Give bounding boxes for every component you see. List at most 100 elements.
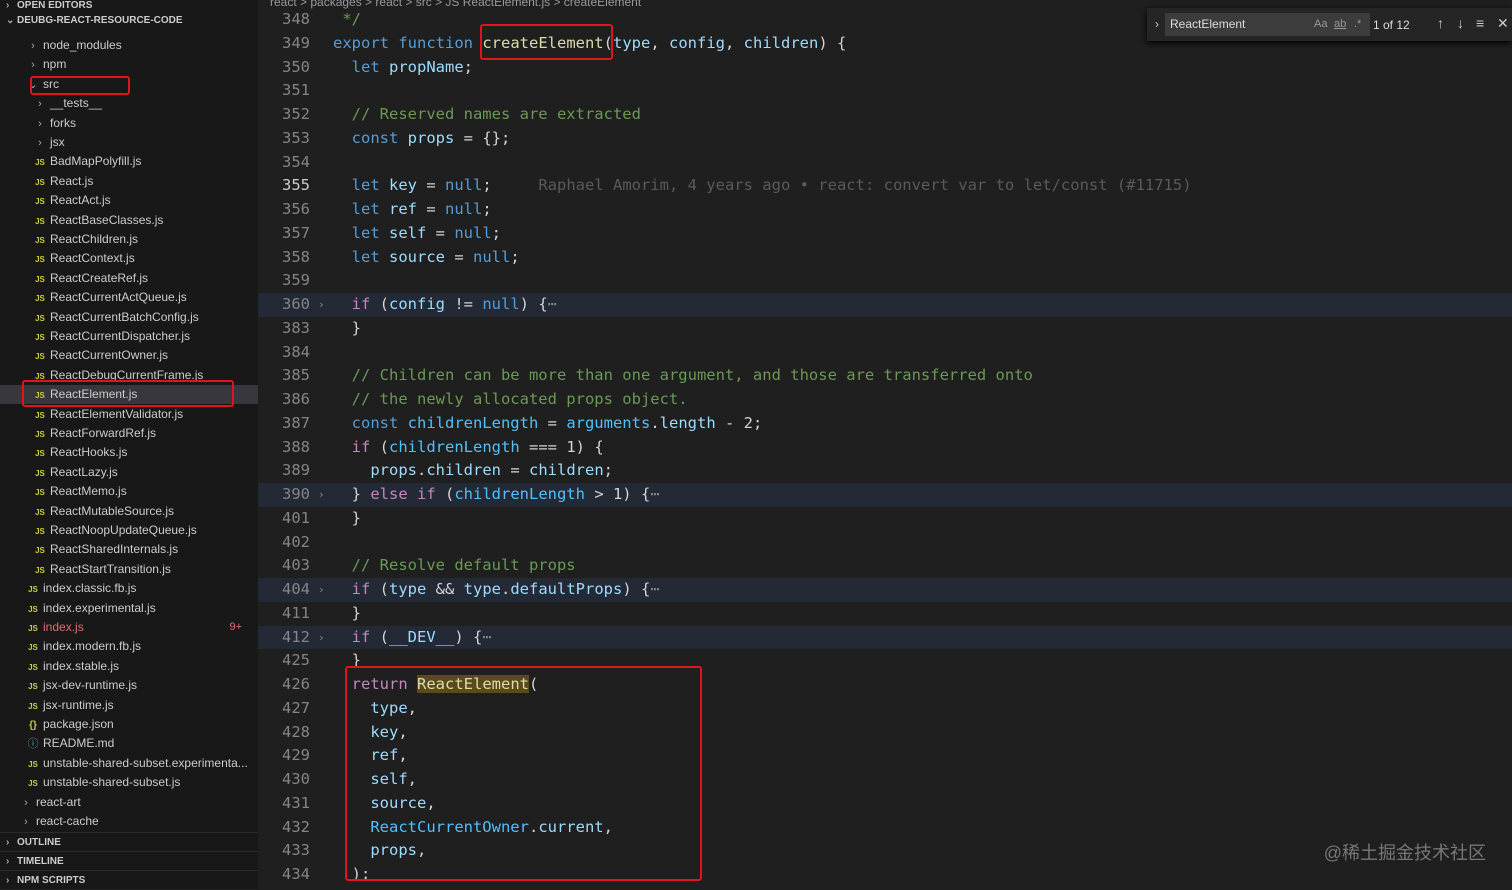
code-line[interactable]: 387 const childrenLength = arguments.len…	[258, 412, 1512, 436]
tree-item[interactable]: JS jsx-runtime.js	[0, 696, 258, 715]
fold-chevron-icon[interactable]: ›	[318, 626, 325, 650]
code-line[interactable]: 432 ReactCurrentOwner.current,	[258, 816, 1512, 840]
code-line[interactable]: 352 // Reserved names are extracted	[258, 103, 1512, 127]
tree-item[interactable]: › npm	[0, 55, 258, 74]
code-line[interactable]: 411 }	[258, 602, 1512, 626]
find-in-selection-icon[interactable]: ≡	[1476, 15, 1484, 31]
tree-item[interactable]: JS ReactCreateRef.js	[0, 269, 258, 288]
code-line[interactable]: 385 // Children can be more than one arg…	[258, 364, 1512, 388]
code-line[interactable]: 429 ref,	[258, 744, 1512, 768]
section-label: OUTLINE	[17, 837, 61, 848]
code-token: (	[379, 580, 390, 598]
tree-item[interactable]: › node_modules	[0, 36, 258, 55]
close-icon[interactable]: ✕	[1497, 15, 1509, 32]
tree-item[interactable]: JS ReactDebugCurrentFrame.js	[0, 366, 258, 385]
tree-item[interactable]: JS React.js	[0, 172, 258, 191]
toggle-replace-icon[interactable]: ›	[1155, 17, 1159, 31]
code-line[interactable]: 383 }	[258, 317, 1512, 341]
tree-item[interactable]: JS BadMapPolyfill.js	[0, 152, 258, 171]
section-timeline[interactable]: › TIMELINE	[0, 851, 258, 870]
code-line[interactable]: 350 let propName;	[258, 56, 1512, 80]
tree-item[interactable]: JS ReactContext.js	[0, 249, 258, 268]
tree-item[interactable]: JS ReactNoopUpdateQueue.js	[0, 521, 258, 540]
code-line[interactable]: 356 let ref = null;	[258, 198, 1512, 222]
tree-item[interactable]: JS index.experimental.js	[0, 599, 258, 618]
tree-item[interactable]: › react-art	[0, 793, 258, 812]
code-token: // the newly allocated props object.	[333, 390, 688, 408]
code-line[interactable]: 389 props.children = children;	[258, 459, 1512, 483]
code-line[interactable]: 412 › if (__DEV__) {⋯	[258, 625, 1512, 650]
code-line[interactable]: 355 let key = null; Raphael Amorim, 4 ye…	[258, 174, 1512, 198]
tree-item[interactable]: JS ReactCurrentActQueue.js	[0, 288, 258, 307]
js-file-icon: JS	[28, 585, 38, 595]
js-file-icon: JS	[35, 410, 45, 420]
tree-item[interactable]: JS ReactHooks.js	[0, 443, 258, 462]
tree-item[interactable]: › jsx	[0, 133, 258, 152]
tree-item[interactable]: › forks	[0, 114, 258, 133]
tree-item[interactable]: JS ReactBaseClasses.js	[0, 211, 258, 230]
whole-word-button[interactable]: ab	[1334, 18, 1346, 30]
code-line[interactable]: 354	[258, 151, 1512, 175]
code-line[interactable]: 388 if (childrenLength === 1) {	[258, 436, 1512, 460]
next-match-icon[interactable]: ↓	[1457, 15, 1464, 31]
tree-item[interactable]: JS index.stable.js	[0, 657, 258, 676]
code-line[interactable]: 434 );	[258, 863, 1512, 887]
tree-item[interactable]: JS ReactCurrentDispatcher.js	[0, 327, 258, 346]
tree-item[interactable]: JS index.modern.fb.js	[0, 637, 258, 656]
tree-item[interactable]: JS unstable-shared-subset.js	[0, 773, 258, 792]
code-text: } else if (childrenLength > 1) {⋯	[333, 483, 660, 507]
fold-chevron-icon[interactable]: ›	[318, 293, 325, 317]
code-line[interactable]: 431 source,	[258, 792, 1512, 816]
tree-item[interactable]: JS unstable-shared-subset.experimenta...	[0, 754, 258, 773]
code-line[interactable]: 425 }	[258, 649, 1512, 673]
code-line[interactable]: 402	[258, 531, 1512, 555]
tree-item[interactable]: JS ReactElement.js	[0, 385, 258, 405]
section-project[interactable]: ⌄ DEUBG-REACT-RESOURCE-CODE	[0, 11, 258, 30]
code-line[interactable]: 403 // Resolve default props	[258, 554, 1512, 578]
tree-item[interactable]: JS ReactCurrentOwner.js	[0, 346, 258, 365]
match-case-button[interactable]: Aa	[1314, 18, 1327, 30]
js-file-icon: JS	[35, 236, 45, 245]
tree-item[interactable]: JS ReactElementValidator.js	[0, 405, 258, 424]
code-line[interactable]: 359	[258, 269, 1512, 293]
code-line[interactable]: 360 › if (config != null) {⋯	[258, 293, 1512, 317]
tree-item[interactable]: JS index.js 9+	[0, 618, 258, 637]
tree-item[interactable]: JS ReactForwardRef.js	[0, 424, 258, 443]
fold-chevron-icon[interactable]: ›	[318, 483, 325, 507]
previous-match-icon[interactable]: ↑	[1437, 15, 1444, 31]
code-line[interactable]: 428 key,	[258, 721, 1512, 745]
tree-item[interactable]: {} package.json	[0, 715, 258, 734]
code-line[interactable]: 427 type,	[258, 697, 1512, 721]
code-line[interactable]: 430 self,	[258, 768, 1512, 792]
tree-item[interactable]: JS ReactMutableSource.js	[0, 502, 258, 521]
code-line[interactable]: 351	[258, 79, 1512, 103]
tree-item[interactable]: › react-cache	[0, 812, 258, 831]
code-line[interactable]: 358 let source = null;	[258, 246, 1512, 270]
code-line[interactable]: 390 › } else if (childrenLength > 1) {⋯	[258, 483, 1512, 507]
code-line[interactable]: 384	[258, 341, 1512, 365]
tree-item[interactable]: ⓘ README.md	[0, 734, 258, 753]
section-outline[interactable]: › OUTLINE	[0, 832, 258, 851]
code-line[interactable]: 401 }	[258, 507, 1512, 531]
tree-item[interactable]: JS index.classic.fb.js	[0, 579, 258, 598]
regex-button[interactable]: .*	[1354, 18, 1361, 30]
tree-item[interactable]: JS ReactCurrentBatchConfig.js	[0, 308, 258, 327]
tree-item[interactable]: JS ReactAct.js	[0, 191, 258, 210]
code-token: ,	[650, 33, 669, 52]
section-npm-scripts[interactable]: › NPM SCRIPTS	[0, 870, 258, 889]
tree-item[interactable]: ⌄ src	[0, 75, 258, 94]
tree-item[interactable]: JS ReactLazy.js	[0, 463, 258, 482]
code-line[interactable]: 386 // the newly allocated props object.	[258, 388, 1512, 412]
tree-item[interactable]: JS ReactMemo.js	[0, 482, 258, 501]
tree-item[interactable]: JS jsx-dev-runtime.js	[0, 676, 258, 695]
code-line[interactable]: 357 let self = null;	[258, 222, 1512, 246]
tree-item[interactable]: › __tests__	[0, 94, 258, 113]
tree-item[interactable]: JS ReactStartTransition.js	[0, 560, 258, 579]
code-line[interactable]: 426 return ReactElement(	[258, 673, 1512, 697]
code-line[interactable]: 353 const props = {};	[258, 127, 1512, 151]
fold-chevron-icon[interactable]: ›	[318, 578, 325, 602]
code-editor[interactable]: react > packages > react > src > JS Reac…	[258, 0, 1512, 889]
tree-item[interactable]: JS ReactSharedInternals.js	[0, 540, 258, 559]
tree-item[interactable]: JS ReactChildren.js	[0, 230, 258, 249]
code-line[interactable]: 404 › if (type && type.defaultProps) {⋯	[258, 578, 1512, 602]
